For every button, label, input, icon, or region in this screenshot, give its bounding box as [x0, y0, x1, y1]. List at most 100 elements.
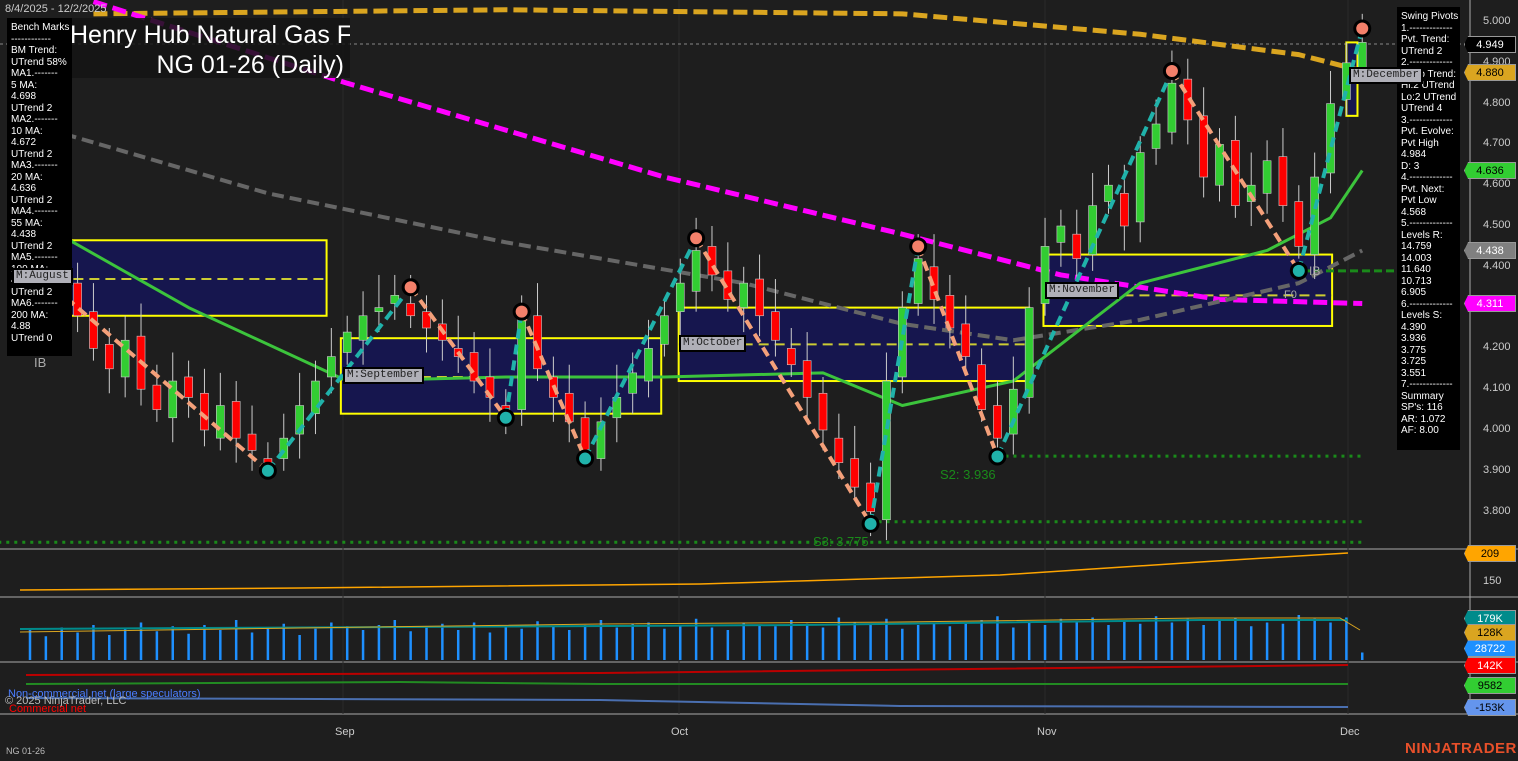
pivots-line: 4.-------------	[1401, 172, 1453, 183]
candle-body	[406, 303, 415, 317]
month-label: M:August	[12, 268, 73, 285]
bench-line: UTrend 0	[11, 332, 53, 344]
candle-body	[834, 437, 844, 463]
pivots-line: AF: 8.00	[1401, 425, 1439, 436]
candle-body	[1104, 184, 1113, 202]
price-tag: 4.949	[1464, 36, 1516, 53]
bench-line: MA2.-------	[11, 114, 58, 125]
chart-canvas[interactable]	[0, 0, 1518, 761]
candle-body	[786, 348, 796, 366]
bench-line: MA4.-------	[11, 206, 58, 217]
price-tag: 9582	[1464, 677, 1516, 694]
pivots-line: 5.-------------	[1401, 218, 1453, 229]
swing-pivot-dot	[912, 240, 925, 253]
bench-line: 200 MA:	[11, 309, 49, 321]
swing-pivot-dot	[991, 450, 1004, 463]
month-label: M:November	[1045, 282, 1120, 299]
pivots-line: Pvt. Trend:	[1401, 34, 1450, 45]
candle-body	[993, 405, 1002, 439]
pivots-line: 3.-------------	[1401, 114, 1453, 126]
candle-body	[644, 348, 653, 382]
y-tick: 3.800	[1483, 504, 1511, 517]
pivots-line: 4.984	[1401, 149, 1427, 160]
pivots-line: UTrend 2	[1401, 45, 1443, 57]
s2-label: S2: 3.936	[940, 467, 996, 482]
pivots-line: AR: 1.072	[1401, 413, 1446, 425]
candle-body	[1167, 82, 1177, 133]
pivots-line: D: 3	[1401, 160, 1420, 172]
candle-body	[374, 307, 384, 312]
pivots-line: Pvt High	[1401, 137, 1439, 149]
candle-body	[1151, 123, 1161, 149]
date-range: 8/4/2025 - 12/2/2025	[5, 3, 107, 15]
candle-body	[818, 392, 828, 431]
candle-body	[1262, 160, 1272, 194]
pivots-line: Levels R:	[1401, 229, 1443, 241]
month-label: M:September	[343, 367, 424, 384]
bench-line: UTrend 2	[11, 148, 53, 160]
swing-pivot-dot	[499, 411, 512, 424]
candle-body	[1215, 144, 1224, 186]
candle-body	[184, 376, 193, 398]
candle-body	[882, 380, 891, 521]
y-tick: 4.500	[1483, 219, 1511, 231]
candle-body	[755, 278, 764, 317]
pivots-line: Levels S:	[1401, 310, 1443, 321]
price-tag: 142K	[1464, 657, 1516, 674]
candle-body	[342, 331, 352, 353]
title-line-2: NG 01-26 (Daily)	[156, 51, 344, 78]
candle-body	[850, 458, 860, 488]
pivots-line: 3.551	[1401, 367, 1427, 379]
x-tick-sep: Sep	[335, 726, 355, 738]
pivots-line: 4.390	[1401, 321, 1427, 333]
price-tag: 209	[1464, 545, 1516, 562]
price-tag: 4.880	[1464, 64, 1516, 81]
bench-line: MA3.-------	[11, 160, 58, 171]
candle-body	[1120, 193, 1129, 227]
bench-line: 4.636	[11, 183, 37, 194]
bench-marks-panel: Bench Marks ------------ BM Trend: UTrend 5…	[7, 18, 72, 356]
pivots-line: Summary	[1401, 390, 1444, 402]
month-label: M:December	[1349, 67, 1424, 84]
noncommercial-net-line	[25, 697, 1349, 708]
other-net-line	[25, 680, 1348, 685]
pivots-line: Pvt. Next:	[1401, 183, 1445, 195]
bench-line: 5 MA:	[11, 79, 38, 91]
swing-pivot-dot	[864, 517, 877, 530]
swing-leg	[868, 246, 921, 525]
candle-body	[1072, 233, 1082, 259]
y-tick: 4.200	[1483, 341, 1511, 354]
swing-pivot-dot	[1292, 264, 1305, 277]
swing-pivot-dot	[1165, 64, 1178, 77]
pivots-line: 3.775	[1401, 344, 1427, 356]
candle-body	[1135, 152, 1145, 223]
bench-line: BM Trend:	[11, 45, 58, 56]
price-tag: 28722	[1464, 640, 1516, 657]
candle-body	[216, 405, 225, 439]
price-tag: -153K	[1464, 699, 1516, 716]
bench-line: UTrend 58%	[11, 56, 67, 68]
y-tick: 3.900	[1483, 463, 1511, 476]
candle-body	[89, 311, 98, 349]
bench-line: Bench Marks	[11, 22, 70, 33]
price-tag: 4.636	[1464, 162, 1516, 179]
candle-body	[152, 384, 162, 410]
candle-body	[691, 250, 701, 292]
candle-body	[1294, 201, 1304, 247]
x-tick-dec: Dec	[1340, 726, 1360, 738]
candle-body	[327, 356, 336, 378]
symbol-label: NG 01-26	[6, 746, 46, 756]
candle-body	[739, 282, 749, 308]
candle-body	[311, 380, 320, 414]
pivots-line: 10.713	[1401, 275, 1432, 287]
x-tick-nov: Nov	[1037, 726, 1057, 738]
y-tick: 4.800	[1483, 96, 1511, 109]
bench-line: 20 MA:	[11, 171, 43, 183]
swing-pivot-dot	[515, 305, 528, 318]
commercial-legend: Commercial net	[9, 703, 87, 715]
candle-body	[1278, 156, 1288, 206]
swing-pivot-dot	[261, 464, 274, 477]
y-tick: 4.700	[1483, 137, 1511, 150]
pivots-line: 7.-------------	[1401, 379, 1453, 390]
price-tag: 4.311	[1464, 295, 1516, 312]
